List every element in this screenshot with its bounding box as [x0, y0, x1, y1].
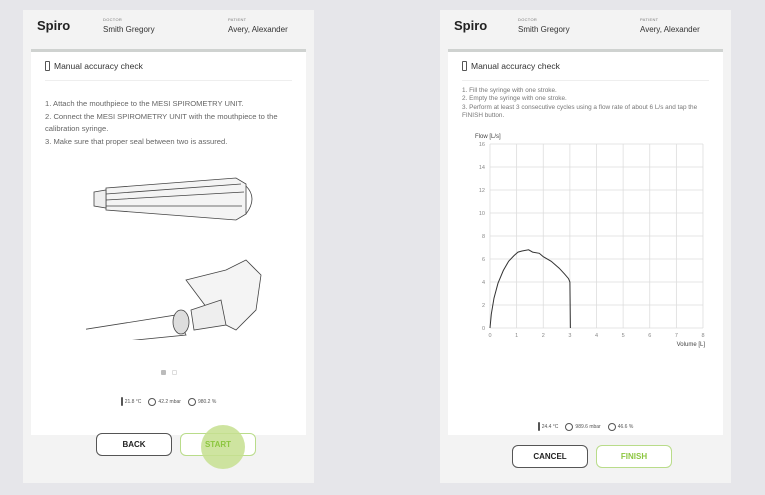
y-tick-label: 4 — [482, 280, 485, 286]
page-dot-active[interactable] — [160, 370, 166, 375]
humidity: 980.2 % — [197, 398, 217, 405]
start-label: START — [204, 440, 232, 449]
step-1: 1. Fill the syringe with one stroke. — [462, 87, 557, 94]
step-3: 3. Make sure that proper seal between tw… — [45, 136, 228, 146]
doctor-label: DOCTOR — [103, 17, 123, 22]
flow-volume-chart: 0 1 2 3 4 5 6 7 80246810121416Flow [L/s]Volume [… — [475, 134, 706, 348]
doctor-label: DOCTOR — [518, 17, 538, 22]
y-tick-label: 8 — [482, 234, 485, 240]
x-tick-label: 4 — [595, 333, 598, 339]
left-screen: Spiro DOCTOR Smith Gregory PATIENT Avery… — [23, 10, 314, 483]
x-tick-label: 6 — [648, 333, 651, 339]
x-tick-label: 7 — [675, 333, 678, 339]
page-indicator — [31, 370, 306, 375]
y-axis-label: Flow [L/s] — [475, 134, 501, 140]
app-title: Spiro — [454, 18, 488, 33]
header: Spiro DOCTOR Smith Gregory PATIENT Avery… — [23, 10, 314, 48]
step-2: 2. Connect the MESI SPIROMETRY UNIT with… — [45, 111, 278, 134]
back-button[interactable]: BACK — [96, 433, 172, 456]
patient-label: PATIENT — [640, 17, 659, 22]
step-3: 3. Perform at least 3 consecutive cycles… — [462, 103, 698, 119]
temperature: 24.4 °C — [541, 423, 559, 430]
y-tick-label: 6 — [482, 257, 485, 263]
finish-button[interactable]: FINISH — [596, 445, 672, 468]
doctor-name: Smith Gregory — [518, 25, 570, 34]
doctor-name: Smith Gregory — [103, 25, 155, 34]
card-title-text: Manual accuracy check — [471, 61, 560, 71]
device-icon — [462, 61, 467, 71]
x-tick-label: 0 — [488, 333, 491, 339]
instruction-card: Manual accuracy check 1. Fill the syring… — [448, 49, 723, 435]
x-tick-label: 5 — [622, 333, 625, 339]
humidity-icon — [607, 422, 616, 431]
patient-name: Avery, Alexander — [228, 25, 288, 34]
thermometer-icon — [537, 422, 540, 431]
y-tick-label: 16 — [479, 142, 485, 148]
page-dot[interactable] — [171, 370, 177, 375]
temperature: 21.8 °C — [124, 398, 142, 405]
pressure: 989.6 mbar — [575, 423, 601, 430]
step-2: 2. Empty the syringe with one stroke. — [462, 95, 567, 103]
y-tick-label: 10 — [479, 211, 485, 217]
cancel-button[interactable]: CANCEL — [512, 445, 588, 468]
app-title: Spiro — [37, 18, 71, 33]
y-tick-label: 14 — [479, 165, 485, 171]
environment-readout: 21.8 °C 42.2 mbar 980.2 % — [31, 397, 306, 406]
humidity-icon — [187, 397, 196, 406]
instructions: 1. Attach the mouthpiece to the MESI SPI… — [45, 98, 296, 148]
patient-name: Avery, Alexander — [640, 25, 700, 34]
instruction-card: Manual accuracy check 1. Attach the mout… — [31, 49, 306, 435]
right-screen: Spiro DOCTOR Smith Gregory PATIENT Avery… — [440, 10, 731, 483]
y-tick-label: 12 — [479, 188, 485, 194]
pressure: 42.2 mbar — [158, 398, 181, 405]
card-title: Manual accuracy check — [462, 61, 560, 71]
patient-label: PATIENT — [228, 17, 247, 22]
instructions: 1. Fill the syringe with one stroke. 2. … — [462, 87, 713, 120]
y-tick-label: 0 — [482, 326, 485, 332]
start-button[interactable]: START — [180, 425, 256, 469]
x-tick-label: 8 — [701, 333, 704, 339]
series-line-flow-volume — [489, 249, 571, 329]
humidity: 46.6 % — [617, 423, 634, 430]
card-title-text: Manual accuracy check — [54, 61, 143, 71]
pressure-icon — [565, 422, 574, 431]
header: Spiro DOCTOR Smith Gregory PATIENT Avery… — [440, 10, 731, 48]
step-1: 1. Attach the mouthpiece to the MESI SPI… — [45, 99, 244, 108]
divider — [45, 80, 292, 81]
pressure-icon — [148, 397, 157, 406]
device-icon — [45, 61, 50, 71]
x-axis-label: Volume [L] — [677, 342, 706, 348]
x-tick-label: 3 — [568, 333, 571, 339]
environment-readout: 24.4 °C 989.6 mbar 46.6 % — [448, 422, 723, 431]
thermometer-icon — [120, 397, 123, 406]
divider — [462, 80, 709, 81]
x-tick-label: 1 — [515, 333, 518, 339]
x-tick-label: 2 — [542, 333, 545, 339]
card-title: Manual accuracy check — [45, 61, 143, 71]
syringe-illustration — [86, 177, 262, 340]
y-tick-label: 2 — [482, 303, 485, 309]
